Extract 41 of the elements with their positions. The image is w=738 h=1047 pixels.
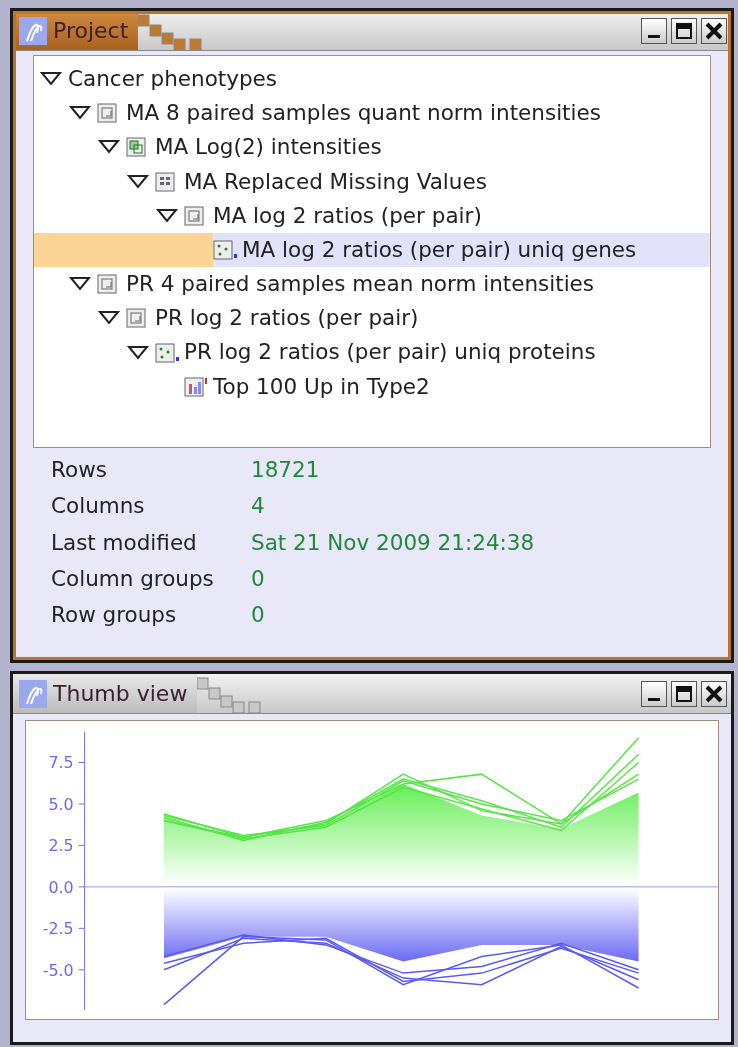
y-axis-label: -5.0 (42, 960, 74, 980)
maximize-button[interactable] (671, 17, 697, 44)
app-logo-icon (19, 16, 47, 45)
minimize-icon (648, 35, 660, 38)
tree-item[interactable]: PR log 2 ratios (per pair) uniq proteins (34, 335, 710, 370)
property-label: Columns (51, 492, 146, 521)
y-axis-label: 2.5 (48, 836, 74, 856)
property-label: Last modified (51, 528, 198, 557)
property-value: 0 (251, 601, 266, 629)
window-title: Thumb view (53, 680, 188, 708)
minimize-icon (648, 698, 660, 701)
property-value: 0 (251, 564, 266, 593)
minimize-button[interactable] (641, 17, 667, 44)
tree-item[interactable]: MA Replaced Missing Values (34, 164, 710, 199)
y-axis-label: 7.5 (48, 753, 74, 773)
property-label: Rows (51, 456, 108, 484)
app-logo-icon (19, 679, 47, 708)
property-value: 18721 (251, 456, 321, 484)
tree-item[interactable]: PR 4 paired samples mean norm intensities (34, 267, 710, 302)
scatter-icon (155, 342, 180, 363)
scatter-icon (213, 240, 238, 261)
tree-item[interactable]: Cancer phenotypes (34, 62, 710, 97)
window-title: Project (53, 17, 129, 45)
property-value: 4 (251, 492, 266, 521)
y-axis-label: -2.5 (42, 919, 74, 939)
maximize-button[interactable] (671, 680, 697, 707)
y-axis-label: 5.0 (48, 794, 74, 814)
property-label: Row groups (51, 601, 178, 629)
y-axis-label: 0.0 (48, 877, 74, 897)
bar-chart-icon (184, 376, 209, 397)
property-label: Column groups (51, 564, 215, 593)
property-value: Sat 21 Nov 2009 21:24:38 (251, 528, 536, 557)
tree-item[interactable]: PR log 2 ratios (per pair) (34, 301, 710, 336)
tree-item[interactable]: MA log 2 ratios (per pair) uniq genes (34, 232, 710, 268)
tree-item[interactable]: MA log 2 ratios (per pair) (34, 198, 710, 233)
close-button[interactable] (701, 680, 727, 707)
tree-item[interactable]: Top 100 Up in Type2 (34, 369, 710, 404)
minimize-button[interactable] (641, 680, 667, 707)
tree-item[interactable]: MA Log(2) intensities (34, 130, 710, 165)
close-button[interactable] (701, 17, 727, 44)
tree-item[interactable]: MA 8 paired samples quant norm intensities (34, 96, 710, 131)
